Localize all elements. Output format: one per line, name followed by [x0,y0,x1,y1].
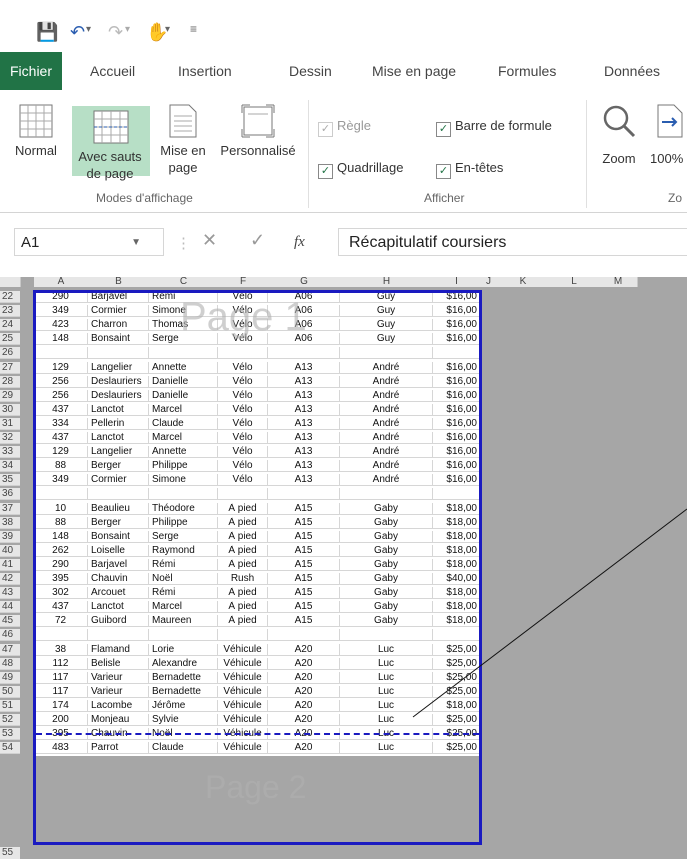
normal-view-icon [19,104,53,138]
formula-bar-label: Barre de formule [455,118,552,133]
formula-input[interactable]: Récapitulatif coursiers [338,228,687,256]
save-icon[interactable]: 💾 [36,22,58,43]
name-box-value: A1 [21,234,40,251]
page-break-view-button[interactable]: Avec sauts de page [72,106,150,181]
insert-function-icon[interactable]: fx [294,234,305,251]
undo-dropdown-icon[interactable]: ▾ [86,24,91,35]
chevron-down-icon[interactable]: ▼ [131,229,141,257]
more-options-icon: ⋮ [176,235,191,252]
group-divider [308,100,309,208]
tab-formules[interactable]: Formules [498,52,556,90]
custom-view-label: Personnalisé [220,143,296,158]
page-layout-view-button[interactable]: Mise en page [152,100,214,186]
show-group-label: Afficher [424,191,465,205]
views-group-label: Modes d'affichage [96,191,193,205]
checkbox-checked-icon: ✓ [318,164,333,179]
magnifier-icon [603,105,636,138]
custom-view-button[interactable]: Personnalisé [216,100,300,186]
zoom-group-label: Zo [668,191,683,205]
page-break-view-icon [93,110,129,144]
normal-view-button[interactable]: Normal [6,100,66,186]
redo-dropdown-icon[interactable]: ▾ [125,24,130,35]
formula-bar: A1 ▼ ⋮ ✕ ✓ fx Récapitulatif coursiers [0,222,687,262]
tab-accueil[interactable]: Accueil [90,52,135,90]
page-layout-view-label: Mise en page [160,143,206,175]
ribbon-panel: Normal Avec sauts de page Mise en page P… [0,90,687,213]
ribbon-tabs: Fichier Accueil Insertion Dessin Mise en… [0,52,687,90]
name-box[interactable]: A1 ▼ [14,228,164,256]
cancel-icon[interactable]: ✕ [202,230,217,251]
worksheet-area: ABCFGHIJKLM 22 23 24 25 26 27 28 29 30 31 32 33 34 35… [0,277,687,859]
zoom-label: Zoom [602,151,636,166]
gridlines-checkbox[interactable]: ✓ Quadrillage [318,160,404,179]
tab-donnees[interactable]: Données [604,52,660,90]
page-layout-view-icon [169,104,197,138]
checkbox-checked-icon: ✓ [318,122,333,137]
tab-fichier[interactable]: Fichier [0,52,63,90]
zoom-button[interactable]: Zoom [594,104,644,184]
zoom-100-label: 100% [650,151,684,166]
touch-dropdown-icon[interactable]: ▾ [165,24,170,35]
tab-mise-en-page[interactable]: Mise en page [372,52,456,90]
redo-icon[interactable]: ↷ [108,22,123,43]
checkbox-checked-icon: ✓ [436,164,451,179]
checkbox-checked-icon: ✓ [436,122,451,137]
quick-access-toolbar: 💾 ↶ ▾ ↷ ▾ ✋ ▾ ≡ [0,0,687,52]
ruler-label: Règle [337,118,371,133]
tab-insertion[interactable]: Insertion [178,52,232,90]
page-break-view-label: Avec sauts de page [78,149,142,181]
customize-qat-icon[interactable]: ≡ [190,22,197,36]
zoom-100-button[interactable]: 100% [650,104,687,184]
gridlines-label: Quadrillage [337,160,404,175]
formula-bar-checkbox[interactable]: ✓ Barre de formule [436,118,552,137]
normal-view-label: Normal [15,143,57,158]
zoom-100-icon [657,104,682,138]
row-header: 55 [0,847,20,859]
callout-line [412,508,687,718]
undo-icon[interactable]: ↶ [70,22,85,43]
group-divider [586,100,587,208]
tab-dessin[interactable]: Dessin [289,52,332,90]
ruler-checkbox[interactable]: ✓ Règle [318,118,371,137]
headings-checkbox[interactable]: ✓ En-têtes [436,160,503,179]
enter-icon[interactable]: ✓ [250,230,265,251]
headings-label: En-têtes [455,160,504,175]
custom-view-icon [241,104,275,138]
